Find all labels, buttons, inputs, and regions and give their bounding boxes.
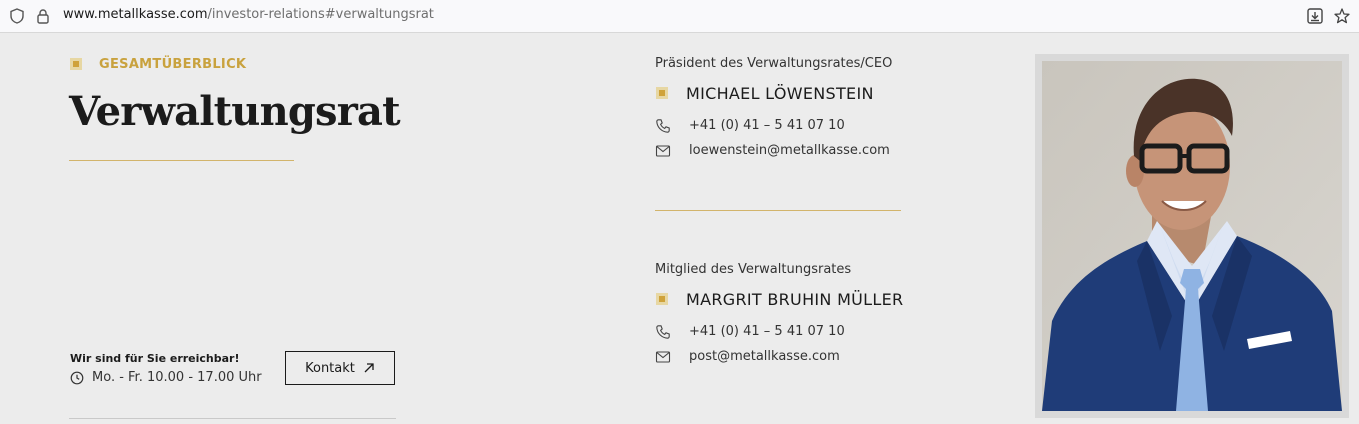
title-divider xyxy=(69,160,294,161)
square-bullet-icon xyxy=(656,293,668,305)
opening-hours: Mo. - Fr. 10.00 - 17.00 Uhr xyxy=(92,370,262,385)
member-phone-link[interactable]: +41 (0) 41 – 5 41 07 10 xyxy=(689,324,845,339)
square-bullet-icon xyxy=(70,58,82,70)
mail-icon xyxy=(655,145,671,157)
contact-button-label: Kontakt xyxy=(305,360,355,376)
bookmark-star-icon[interactable] xyxy=(1333,7,1351,25)
download-icon[interactable] xyxy=(1306,7,1324,25)
phone-icon xyxy=(656,325,670,339)
member-divider xyxy=(655,210,901,211)
phone-icon xyxy=(656,119,670,133)
square-bullet-icon xyxy=(656,87,668,99)
page-title: Verwaltungsrat xyxy=(69,88,401,135)
shield-icon[interactable] xyxy=(8,7,26,25)
url-text[interactable]: www.metallkasse.com/investor-relations#v… xyxy=(63,7,434,22)
portrait-illustration xyxy=(1042,61,1342,411)
member-role: Mitglied des Verwaltungsrates xyxy=(655,262,852,277)
portrait-photo xyxy=(1042,61,1342,411)
contact-button[interactable]: Kontakt xyxy=(285,351,395,385)
url-path: /investor-relations#verwaltungsrat xyxy=(207,7,434,22)
member-email-link[interactable]: loewenstein@metallkasse.com xyxy=(689,143,890,158)
member-email-link[interactable]: post@metallkasse.com xyxy=(689,349,840,364)
arrow-up-right-icon xyxy=(364,363,374,373)
member-role: Präsident des Verwaltungsrates/CEO xyxy=(655,56,893,71)
availability-title: Wir sind für Sie erreichbar! xyxy=(70,352,240,365)
bottom-divider xyxy=(69,418,396,419)
member-name: MICHAEL LÖWENSTEIN xyxy=(686,84,874,103)
member-name: MARGRIT BRUHIN MÜLLER xyxy=(686,290,904,309)
section-eyebrow: GESAMTÜBERBLICK xyxy=(99,57,247,72)
member-phone-link[interactable]: +41 (0) 41 – 5 41 07 10 xyxy=(689,118,845,133)
browser-address-bar[interactable]: www.metallkasse.com/investor-relations#v… xyxy=(0,0,1359,33)
mail-icon xyxy=(655,351,671,363)
clock-icon xyxy=(70,371,84,385)
url-domain: www.metallkasse.com xyxy=(63,7,208,22)
lock-icon[interactable] xyxy=(34,7,52,25)
